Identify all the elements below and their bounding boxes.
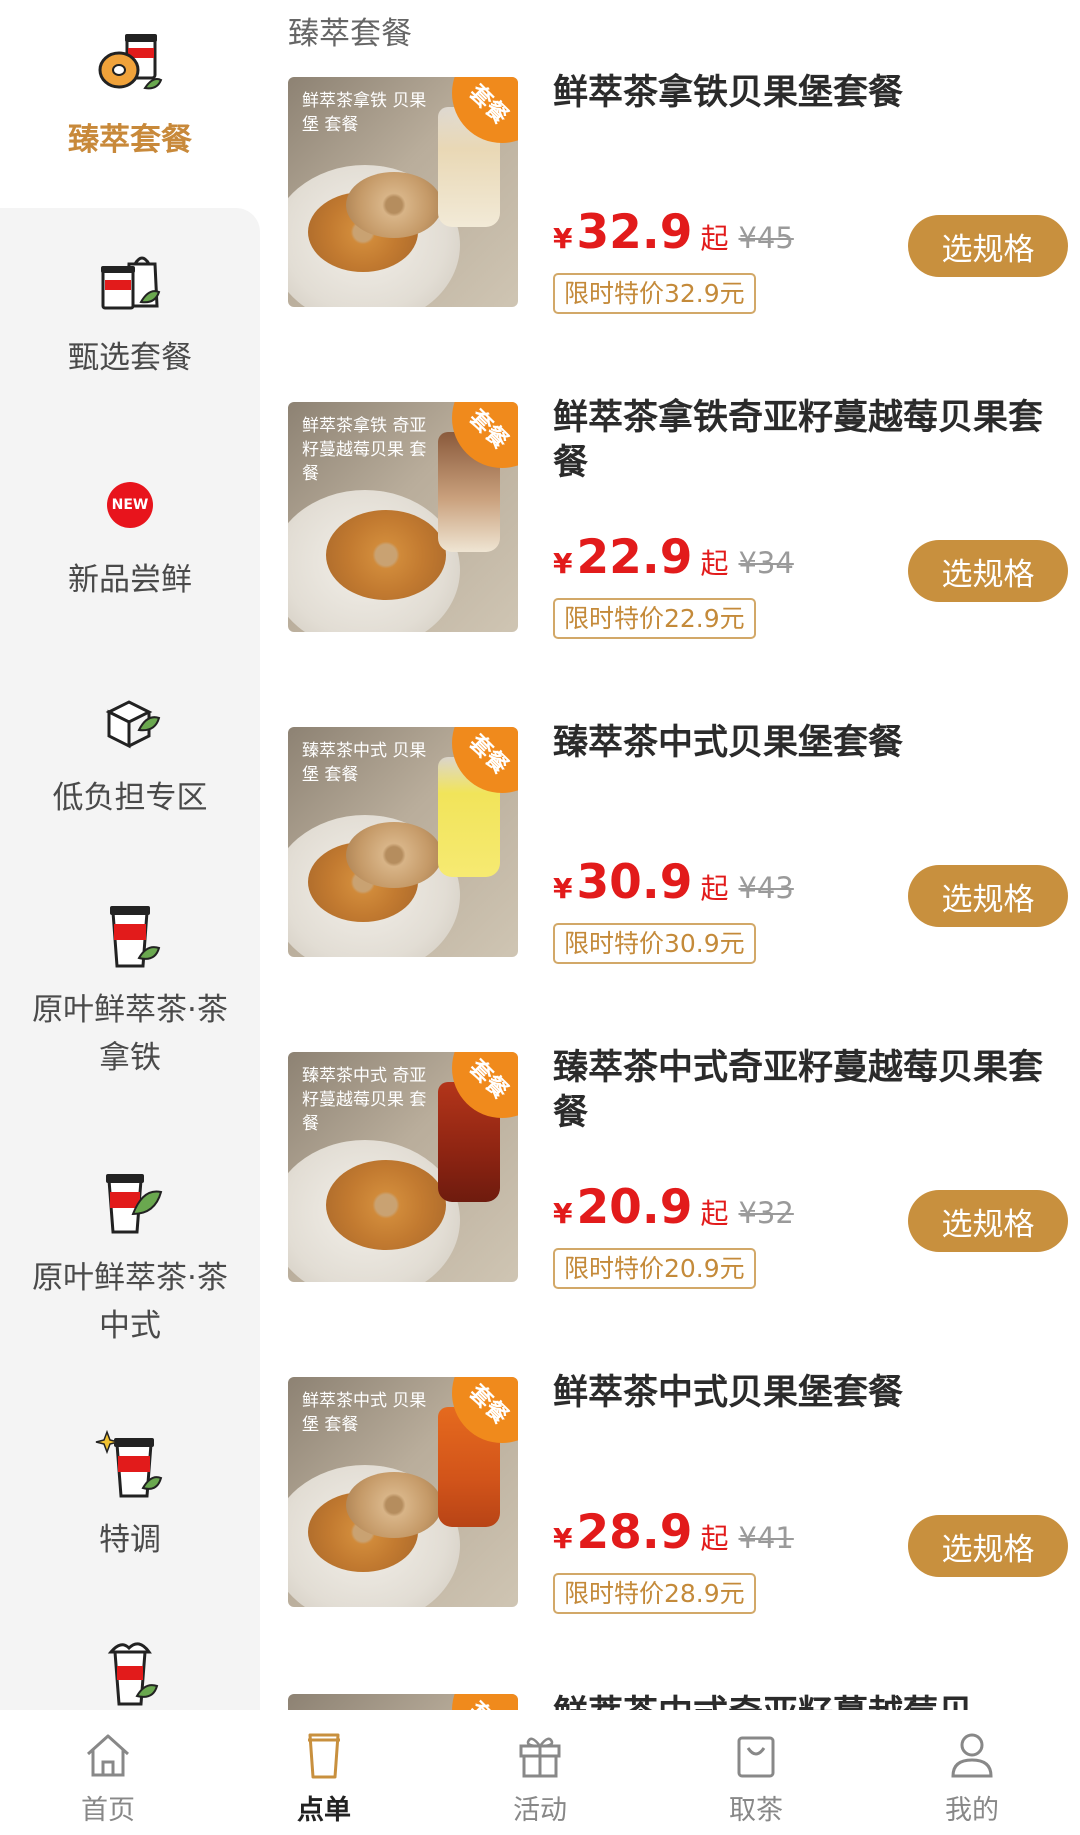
price-row: ¥ 32.9 起 ¥45 bbox=[553, 205, 794, 265]
promo-tag: 限时特价28.9元 bbox=[553, 1573, 756, 1614]
price-row: ¥ 20.9 起 ¥32 bbox=[553, 1180, 794, 1240]
tab-mine[interactable]: 我的 bbox=[864, 1710, 1080, 1835]
tab-label: 取茶 bbox=[729, 1795, 783, 1826]
image-caption: 臻萃茶中式 贝果堡 套餐 bbox=[302, 741, 427, 785]
select-spec-button[interactable]: 选规格 bbox=[908, 865, 1068, 927]
sidebar-item-tea-latte[interactable]: 原叶鲜萃茶·茶拿铁 bbox=[0, 900, 260, 1082]
original-price: ¥32 bbox=[738, 1196, 794, 1230]
product-item[interactable]: 套餐 臻萃茶中式 贝果堡 套餐 臻萃茶中式贝果堡套餐 ¥ 30.9 起 ¥43 … bbox=[288, 723, 1068, 1027]
price-from-label: 起 bbox=[700, 872, 729, 905]
select-spec-button[interactable]: 选规格 bbox=[908, 215, 1068, 277]
promo-tag: 限时特价30.9元 bbox=[553, 923, 756, 964]
section-title: 臻萃套餐 bbox=[288, 16, 412, 52]
select-spec-button[interactable]: 选规格 bbox=[908, 1190, 1068, 1252]
sale-price: 22.9 bbox=[576, 530, 693, 585]
tab-label: 活动 bbox=[513, 1795, 567, 1826]
sidebar-item-label: 特调 bbox=[99, 1522, 161, 1558]
sidebar-item-new-products[interactable]: NEW 新品尝鲜 bbox=[0, 470, 260, 604]
cup-icon bbox=[308, 1733, 340, 1779]
sidebar-item-label: 原叶鲜萃茶·茶拿铁 bbox=[32, 992, 228, 1076]
home-icon bbox=[86, 1734, 130, 1777]
select-spec-button[interactable]: 选规格 bbox=[908, 1515, 1068, 1577]
price-row: ¥ 30.9 起 ¥43 bbox=[553, 855, 794, 915]
product-image[interactable]: 套餐 鲜萃茶中式 贝果堡 套餐 bbox=[288, 1377, 518, 1607]
sidebar-item-label: 原叶鲜萃茶·茶中式 bbox=[32, 1260, 228, 1344]
currency-symbol: ¥ bbox=[553, 547, 573, 580]
sidebar-item-tea-chinese[interactable]: 原叶鲜萃茶·茶中式 bbox=[0, 1168, 260, 1350]
sparkle-cup-icon bbox=[95, 1430, 165, 1500]
tab-label: 我的 bbox=[945, 1795, 999, 1826]
product-image[interactable]: 套餐 臻萃茶中式 贝果堡 套餐 bbox=[288, 727, 518, 957]
sale-price: 20.9 bbox=[576, 1180, 693, 1235]
bottom-nav: 首页 点单 活动 取茶 我的 bbox=[0, 1710, 1080, 1835]
category-sidebar: 臻萃套餐 甄选套餐 NEW 新品尝鲜 低负担专区 原叶鲜萃茶·茶拿铁 原叶鲜萃茶… bbox=[0, 0, 260, 1718]
tab-pickup[interactable]: 取茶 bbox=[648, 1710, 864, 1835]
original-price: ¥34 bbox=[738, 546, 794, 580]
image-caption: 鲜萃茶中式 贝果堡 套餐 bbox=[302, 1391, 427, 1435]
product-item[interactable]: 套餐 鲜萃茶拿铁 贝果堡 套餐 鲜萃茶拿铁贝果堡套餐 ¥ 32.9 起 ¥45 … bbox=[288, 73, 1068, 377]
currency-symbol: ¥ bbox=[553, 222, 573, 255]
product-name: 鲜萃茶中式贝果堡套餐 bbox=[553, 1373, 904, 1413]
promo-tag: 限时特价22.9元 bbox=[553, 598, 756, 639]
sidebar-item-label: 甄选套餐 bbox=[68, 340, 192, 376]
new-badge: NEW bbox=[107, 482, 153, 528]
image-caption: 臻萃茶中式 奇亚籽蔓越莓贝果 套餐 bbox=[302, 1066, 427, 1134]
product-image[interactable]: 套餐 臻萃茶中式 奇亚籽蔓越莓贝果 套餐 bbox=[288, 1052, 518, 1282]
tab-activity[interactable]: 活动 bbox=[432, 1710, 648, 1835]
original-price: ¥41 bbox=[738, 1521, 794, 1555]
gift-icon bbox=[519, 1737, 561, 1778]
product-item[interactable]: 套餐 鲜萃茶拿铁 奇亚籽蔓越莓贝果 套餐 鲜萃茶拿铁奇亚籽蔓越莓贝果套餐 ¥ 2… bbox=[288, 398, 1068, 702]
select-spec-button[interactable]: 选规格 bbox=[908, 540, 1068, 602]
product-image[interactable]: 套餐 鲜萃茶拿铁 奇亚籽蔓越莓贝果 套餐 bbox=[288, 402, 518, 632]
tab-home[interactable]: 首页 bbox=[0, 1710, 216, 1835]
promo-tag: 限时特价20.9元 bbox=[553, 1248, 756, 1289]
sidebar-item-label: 新品尝鲜 bbox=[68, 562, 192, 598]
product-name: 鲜萃茶拿铁贝果堡套餐 bbox=[553, 73, 904, 113]
sale-price: 30.9 bbox=[576, 855, 693, 910]
tea-cup-icon bbox=[95, 900, 165, 970]
tab-label: 点单 bbox=[297, 1795, 351, 1826]
original-price: ¥45 bbox=[738, 221, 794, 255]
promo-tag: 限时特价32.9元 bbox=[553, 273, 756, 314]
tab-label: 首页 bbox=[81, 1795, 135, 1826]
product-item[interactable]: 套餐 鲜萃茶中式 贝果堡 套餐 鲜萃茶中式贝果堡套餐 ¥ 28.9 起 ¥41 … bbox=[288, 1373, 1068, 1677]
image-caption: 鲜萃茶拿铁 奇亚籽蔓越莓贝果 套餐 bbox=[302, 416, 427, 484]
price-from-label: 起 bbox=[700, 1197, 729, 1230]
product-name: 臻萃茶中式贝果堡套餐 bbox=[553, 723, 904, 763]
price-from-label: 起 bbox=[700, 1522, 729, 1555]
sidebar-item-label: 低负担专区 bbox=[52, 780, 208, 816]
app-root: 臻萃套餐 甄选套餐 NEW 新品尝鲜 低负担专区 原叶鲜萃茶·茶拿铁 原叶鲜萃茶… bbox=[0, 0, 1080, 1835]
image-caption: 鲜萃茶拿铁 贝果堡 套餐 bbox=[302, 91, 427, 135]
price-row: ¥ 22.9 起 ¥34 bbox=[553, 530, 794, 590]
currency-symbol: ¥ bbox=[553, 1522, 573, 1555]
product-image[interactable]: 套餐 鲜萃茶拿铁 贝果堡 套餐 bbox=[288, 77, 518, 307]
product-name: 臻萃茶中式奇亚籽蔓越莓贝果套餐 bbox=[553, 1048, 1044, 1133]
price-row: ¥ 28.9 起 ¥41 bbox=[553, 1505, 794, 1565]
box-leaf-icon bbox=[95, 688, 165, 758]
original-price: ¥43 bbox=[738, 871, 794, 905]
sidebar-item-zhencui-set[interactable]: 臻萃套餐 bbox=[0, 30, 260, 208]
currency-symbol: ¥ bbox=[553, 1197, 573, 1230]
user-icon bbox=[951, 1733, 993, 1778]
sidebar-item-low-burden[interactable]: 低负担专区 bbox=[0, 688, 260, 822]
product-name: 鲜萃茶拿铁奇亚籽蔓越莓贝果套餐 bbox=[553, 398, 1044, 483]
tea-cup-leaf-icon bbox=[95, 1168, 165, 1238]
sidebar-item-jingxuan-set[interactable]: 甄选套餐 bbox=[0, 248, 260, 382]
price-from-label: 起 bbox=[700, 222, 729, 255]
currency-symbol: ¥ bbox=[553, 872, 573, 905]
cup-bag-icon bbox=[95, 248, 165, 318]
sidebar-item-label: 臻萃套餐 bbox=[68, 122, 192, 158]
sidebar-item-special[interactable]: 特调 bbox=[0, 1430, 260, 1564]
product-item[interactable]: 套餐 臻萃茶中式 奇亚籽蔓越莓贝果 套餐 臻萃茶中式奇亚籽蔓越莓贝果套餐 ¥ 2… bbox=[288, 1048, 1068, 1352]
bagel-cup-icon bbox=[95, 30, 165, 100]
new-badge-icon: NEW bbox=[95, 470, 165, 540]
sale-price: 28.9 bbox=[576, 1505, 693, 1560]
bag-icon bbox=[737, 1736, 775, 1778]
tab-order[interactable]: 点单 bbox=[216, 1710, 432, 1835]
sale-price: 32.9 bbox=[576, 205, 693, 260]
shaker-cup-icon bbox=[95, 1640, 165, 1710]
price-from-label: 起 bbox=[700, 547, 729, 580]
